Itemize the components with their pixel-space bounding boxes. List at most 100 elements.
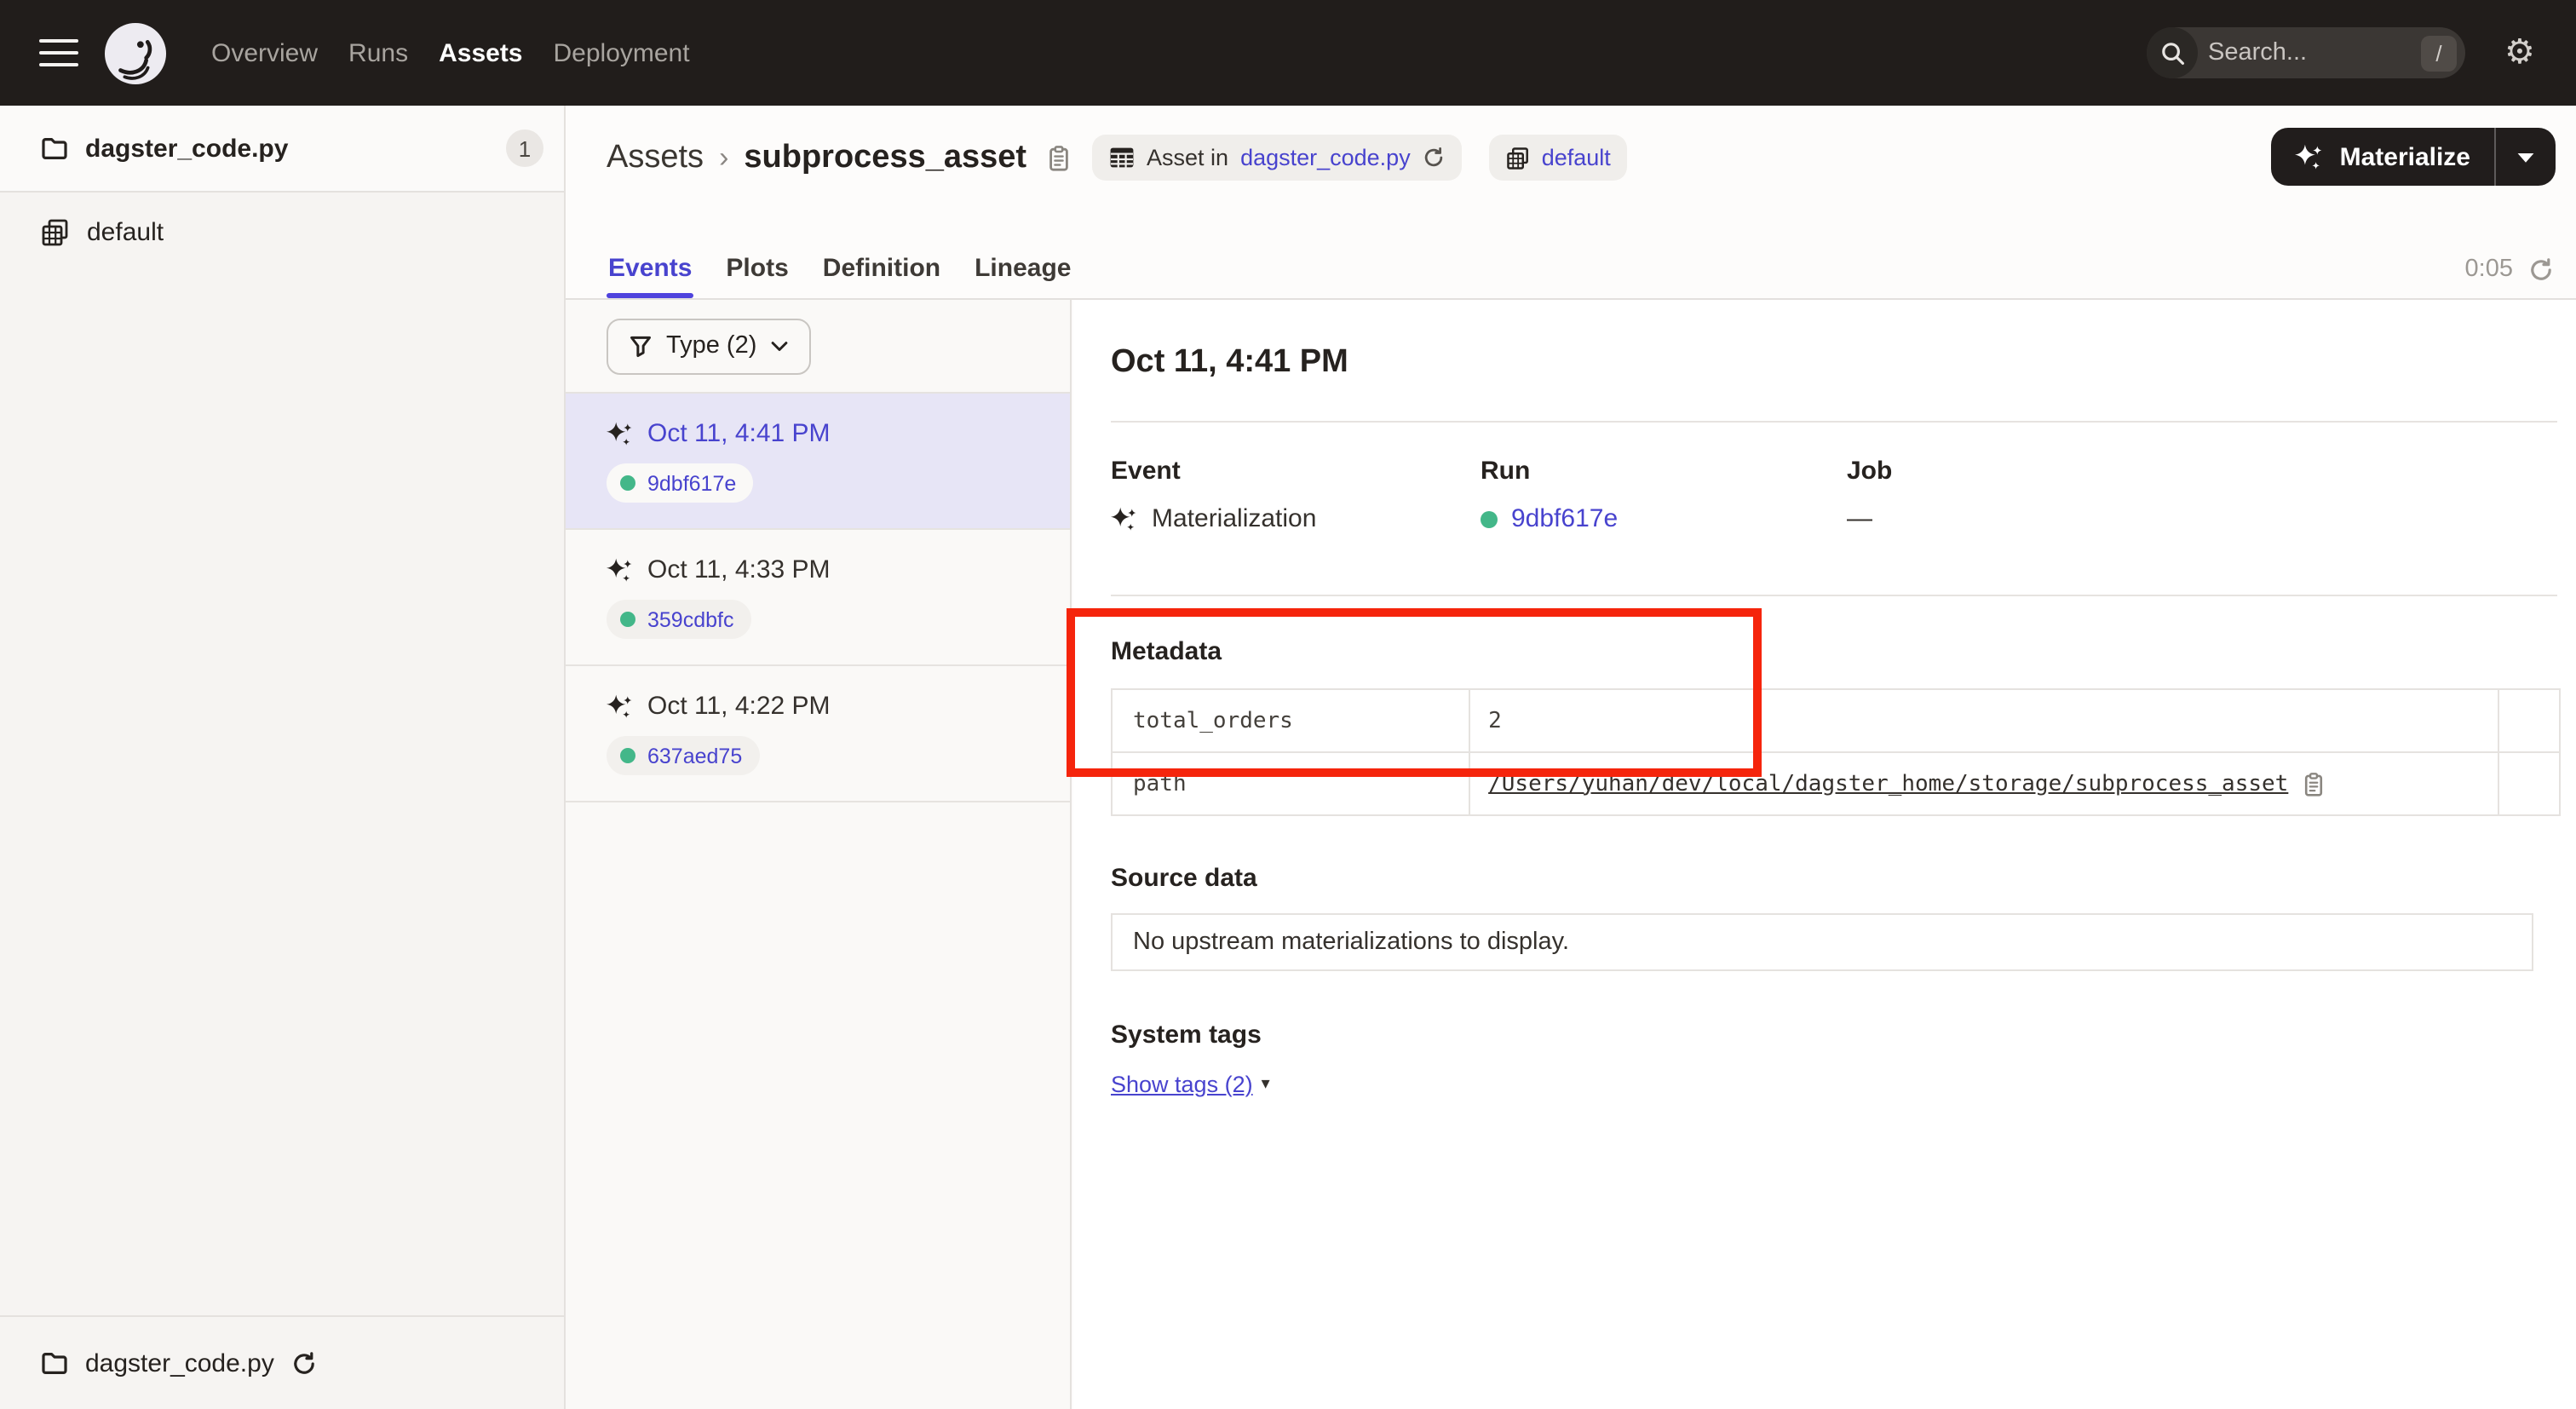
dagster-app: Overview Runs Assets Deployment / ⚙ dags… [0,0,2576,1409]
source-data-heading: Source data [1111,864,2576,893]
run-label: Run [1481,457,1847,486]
tab-definition[interactable]: Definition [821,254,942,298]
copy-icon[interactable] [2302,771,2326,797]
page-title: subprocess_asset [744,140,1026,177]
group-link[interactable]: default [1542,145,1611,170]
tag-prefix: Asset in [1147,145,1228,170]
search-icon [2147,27,2198,78]
asset-group-icon [41,218,70,247]
copy-icon[interactable] [1045,145,1071,172]
event-detail-title: Oct 11, 4:41 PM [1111,344,2576,382]
show-tags-label: Show tags (2) [1111,1072,1253,1097]
table-icon [1109,147,1135,169]
event-summary: Event Materialization Run 9dbf617e Job — [1111,457,2576,533]
folder-icon [41,135,68,161]
menu-icon[interactable] [39,38,78,67]
sidebar: dagster_code.py 1 default dagster_code.p… [0,106,566,1409]
event-label: Event [1111,457,1481,486]
sidebar-item-default-group[interactable]: default [0,218,564,247]
tab-events[interactable]: Events [607,254,693,298]
asset-tags: Asset in dagster_code.py default [1092,135,1628,181]
event-timestamp-link[interactable]: Oct 11, 4:22 PM [647,692,831,721]
sidebar-footer-code-location[interactable]: dagster_code.py [0,1315,564,1409]
materialization-icon [607,693,634,720]
divider [1111,421,2557,423]
path-link[interactable]: /Users/yuhan/dev/local/dagster_home/stor… [1488,771,2288,797]
events-filter-row: Type (2) [566,300,1070,394]
breadcrumb-separator: › [719,141,728,175]
caret-down-icon [2516,151,2535,163]
run-status-dot [620,748,635,763]
sidebar-item-label: default [87,218,164,247]
run-id-link[interactable]: 637aed75 [647,744,742,768]
asset-tabs: Events Plots Definition Lineage [607,254,1072,298]
materialize-dropdown-button[interactable] [2496,151,2556,163]
tab-plots[interactable]: Plots [724,254,790,298]
event-timestamp-link[interactable]: Oct 11, 4:33 PM [647,555,831,584]
event-detail-panel: Oct 11, 4:41 PM Event Materialization Ru… [1073,300,2576,1409]
job-value: — [1847,504,1872,533]
table-row: path /Users/yuhan/dev/local/dagster_home… [1112,752,2560,815]
run-status-dot [1481,510,1498,527]
refresh-timer: 0:05 [2465,256,2554,283]
events-list-panel: Type (2) Oct 11, 4:41 PM 9dbf617e Oct 11… [566,300,1072,1409]
sidebar-item-code-location[interactable]: dagster_code.py 1 [0,106,564,193]
gear-icon[interactable]: ⚙ [2504,34,2535,68]
folder-icon [41,1350,68,1376]
materialization-icon [607,556,634,584]
event-list-item[interactable]: Oct 11, 4:41 PM 9dbf617e [566,394,1070,530]
asset-location-tag: Asset in dagster_code.py [1092,135,1462,181]
nav-item-assets[interactable]: Assets [439,38,522,67]
event-timestamp-link[interactable]: Oct 11, 4:41 PM [647,419,831,448]
materialize-label: Materialize [2340,142,2470,171]
run-id-link[interactable]: 359cdbfc [647,607,733,631]
search-shortcut-badge: / [2421,35,2457,71]
divider [1111,595,2557,596]
event-list-item[interactable]: Oct 11, 4:22 PM 637aed75 [566,666,1070,802]
nav-item-overview[interactable]: Overview [211,38,318,67]
caret-down-icon: ▾ [1262,1075,1270,1094]
timer-value: 0:05 [2465,256,2513,283]
materialization-icon [607,420,634,447]
primary-nav: Overview Runs Assets Deployment [211,38,690,67]
metadata-table: total_orders 2 path /Users/yuhan/dev/loc… [1111,688,2561,816]
source-data-empty-state: No upstream materializations to display. [1111,913,2533,971]
breadcrumb: Assets › subprocess_asset [607,140,1071,177]
breadcrumb-assets-link[interactable]: Assets [607,140,704,177]
asset-group-tag: default [1489,135,1628,181]
job-label: Job [1847,457,1892,486]
system-tags-heading: System tags [1111,1021,2576,1050]
nav-item-deployment[interactable]: Deployment [554,38,690,67]
event-list-item[interactable]: Oct 11, 4:33 PM 359cdbfc [566,530,1070,666]
run-id-pill[interactable]: 9dbf617e [607,463,753,503]
reload-icon[interactable] [1423,147,1445,169]
filter-icon [629,334,653,358]
run-status-dot [620,612,635,627]
materialize-button[interactable]: Materialize [2272,128,2556,186]
dagster-logo[interactable] [104,21,167,84]
tab-lineage[interactable]: Lineage [973,254,1072,298]
run-id-pill[interactable]: 637aed75 [607,736,759,775]
metadata-value: 2 [1469,689,2498,752]
run-id-link[interactable]: 9dbf617e [647,471,736,495]
nav-item-runs[interactable]: Runs [348,38,408,67]
type-filter-button[interactable]: Type (2) [607,318,811,374]
sidebar-item-label: dagster_code.py [85,134,288,163]
show-tags-toggle[interactable]: Show tags (2) ▾ [1111,1072,1270,1097]
search-box[interactable]: / [2147,27,2465,78]
run-id-link[interactable]: 9dbf617e [1511,504,1618,533]
metadata-key: path [1112,752,1469,815]
reload-icon[interactable] [291,1350,317,1376]
chevron-down-icon [770,340,789,352]
refresh-icon[interactable] [2528,256,2554,282]
sparkle-icon [2296,142,2325,171]
metadata-key: total_orders [1112,689,1469,752]
run-id-pill[interactable]: 359cdbfc [607,600,750,639]
page-header: Assets › subprocess_asset Asset in dagst… [566,106,2576,300]
code-location-link[interactable]: dagster_code.py [1240,145,1411,170]
search-input[interactable] [2198,39,2421,66]
event-type-value: Materialization [1152,504,1316,533]
source-data-message: No upstream materializations to display. [1133,929,1569,956]
asset-group-icon [1506,146,1530,170]
sidebar-footer-label: dagster_code.py [85,1349,274,1377]
